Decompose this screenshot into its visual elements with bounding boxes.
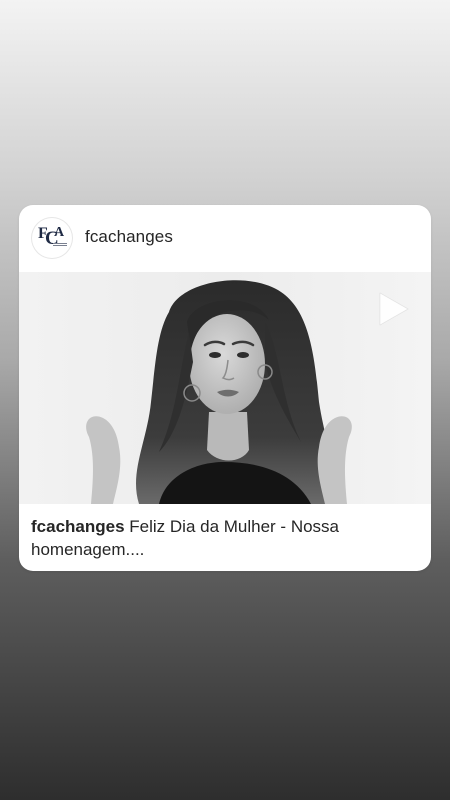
play-icon[interactable] <box>377 291 411 327</box>
avatar-letter-a: A <box>54 225 65 240</box>
avatar[interactable]: F C A <box>32 218 72 258</box>
username[interactable]: fcachanges <box>85 227 173 247</box>
shared-post-card[interactable]: F C A fcachanges fcachanges Feliz Dia da… <box>19 205 431 571</box>
caption-username[interactable]: fcachanges <box>31 517 125 536</box>
post-photo[interactable] <box>19 272 431 504</box>
post-caption: fcachanges Feliz Dia da Mulher - Nossa h… <box>31 515 419 561</box>
post-header: F C A fcachanges <box>19 205 431 272</box>
portrait-photo <box>19 272 431 504</box>
avatar-tagline-mark <box>53 243 67 247</box>
